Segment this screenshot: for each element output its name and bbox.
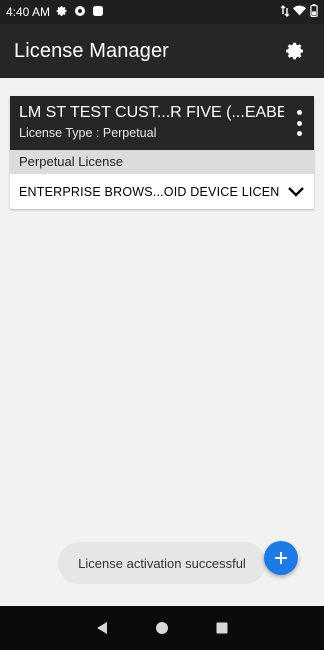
main-content: LM ST TEST CUST...R FIVE (...EABE) Licen…	[0, 78, 324, 606]
home-button[interactable]	[132, 606, 192, 650]
license-card-title: LM ST TEST CUST...R FIVE (...EABE)	[19, 104, 284, 121]
license-card: LM ST TEST CUST...R FIVE (...EABE) Licen…	[10, 96, 314, 209]
license-item-name: ENTERPRISE BROWS...OID DEVICE LICENSE	[19, 184, 280, 199]
system-nav-bar	[0, 606, 324, 650]
page-title: License Manager	[14, 39, 169, 62]
license-type-label: License Type : Perpetual	[19, 126, 157, 140]
app-bar: License Manager	[0, 24, 324, 78]
toast-message: License activation successful	[58, 542, 266, 584]
status-bar: 4:40 AM	[0, 0, 324, 24]
back-button[interactable]	[72, 606, 132, 650]
plus-icon	[275, 552, 287, 564]
battery-icon	[310, 4, 318, 20]
settings-button[interactable]	[282, 37, 310, 65]
back-icon	[97, 622, 107, 634]
recents-icon	[216, 622, 228, 634]
add-license-button[interactable]	[264, 541, 298, 575]
recents-button[interactable]	[192, 606, 252, 650]
data-arrows-icon	[280, 4, 290, 20]
home-icon	[156, 622, 168, 634]
wifi-icon	[293, 5, 306, 20]
chevron-down-icon[interactable]	[286, 182, 306, 202]
kebab-dot	[296, 120, 302, 126]
gear-status-icon	[56, 5, 68, 20]
license-list-item[interactable]: ENTERPRISE BROWS...OID DEVICE LICENSE	[10, 174, 314, 209]
more-options-button[interactable]	[291, 110, 307, 136]
toast-text: License activation successful	[78, 555, 246, 571]
license-card-header: LM ST TEST CUST...R FIVE (...EABE) Licen…	[10, 96, 314, 150]
license-section-label: Perpetual License	[10, 150, 314, 174]
kebab-dot	[296, 131, 302, 136]
kebab-dot	[296, 110, 302, 115]
square-icon	[92, 5, 104, 20]
notification-icon	[74, 5, 86, 20]
gear-icon	[286, 42, 303, 60]
status-time: 4:40 AM	[6, 5, 51, 19]
